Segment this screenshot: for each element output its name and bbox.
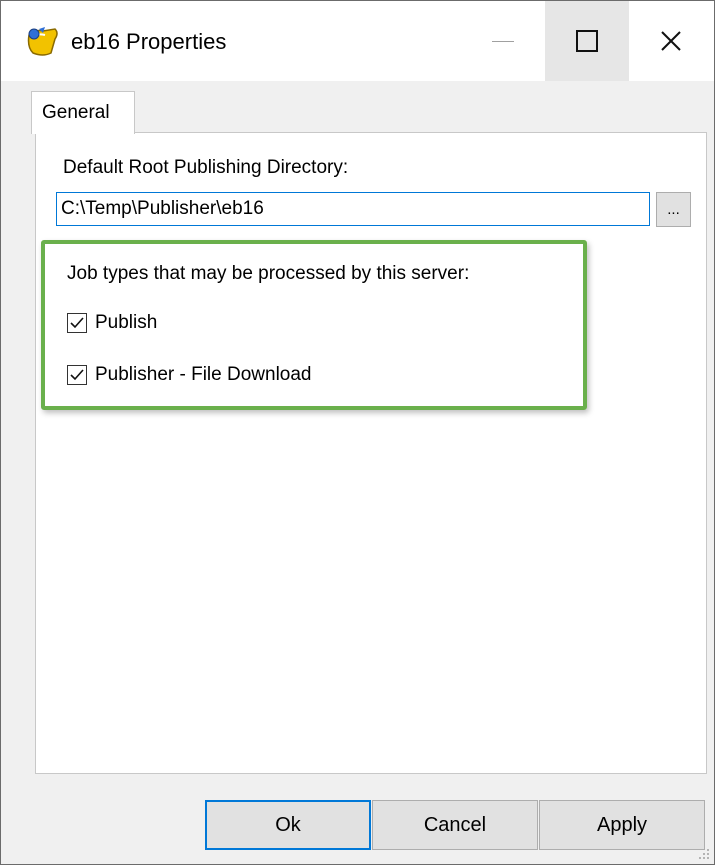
properties-window: eb16 Properties General Default Root Pub… bbox=[0, 0, 715, 865]
maximize-icon bbox=[576, 30, 598, 52]
file-download-checkbox-label: Publisher - File Download bbox=[95, 364, 312, 385]
publish-checkbox[interactable] bbox=[67, 313, 87, 333]
file-download-checkbox-row[interactable]: Publisher - File Download bbox=[67, 362, 312, 388]
publish-checkbox-label: Publish bbox=[95, 312, 158, 333]
resize-grip-icon[interactable] bbox=[698, 848, 710, 860]
close-icon bbox=[661, 31, 681, 51]
job-types-label: Job types that may be processed by this … bbox=[67, 263, 470, 284]
tab-general[interactable]: General bbox=[31, 91, 135, 134]
apply-button[interactable]: Apply bbox=[539, 800, 705, 850]
ok-button[interactable]: Ok bbox=[205, 800, 371, 850]
minimize-icon bbox=[492, 40, 514, 42]
publish-checkbox-row[interactable]: Publish bbox=[67, 310, 157, 336]
checkmark-icon bbox=[70, 369, 84, 381]
browse-button[interactable]: ... bbox=[656, 192, 691, 227]
root-dir-input[interactable] bbox=[56, 192, 650, 226]
tab-general-label: General bbox=[42, 102, 110, 123]
close-button[interactable] bbox=[629, 1, 713, 81]
root-dir-label: Default Root Publishing Directory: bbox=[63, 157, 349, 178]
checkmark-icon bbox=[70, 317, 84, 329]
publisher-app-icon bbox=[27, 27, 58, 56]
cancel-button[interactable]: Cancel bbox=[372, 800, 538, 850]
window-title: eb16 Properties bbox=[71, 29, 227, 54]
file-download-checkbox[interactable] bbox=[67, 365, 87, 385]
maximize-button[interactable] bbox=[545, 1, 629, 81]
general-tab-panel bbox=[35, 132, 707, 774]
title-bar[interactable]: eb16 Properties bbox=[1, 1, 714, 81]
minimize-button[interactable] bbox=[461, 1, 545, 81]
